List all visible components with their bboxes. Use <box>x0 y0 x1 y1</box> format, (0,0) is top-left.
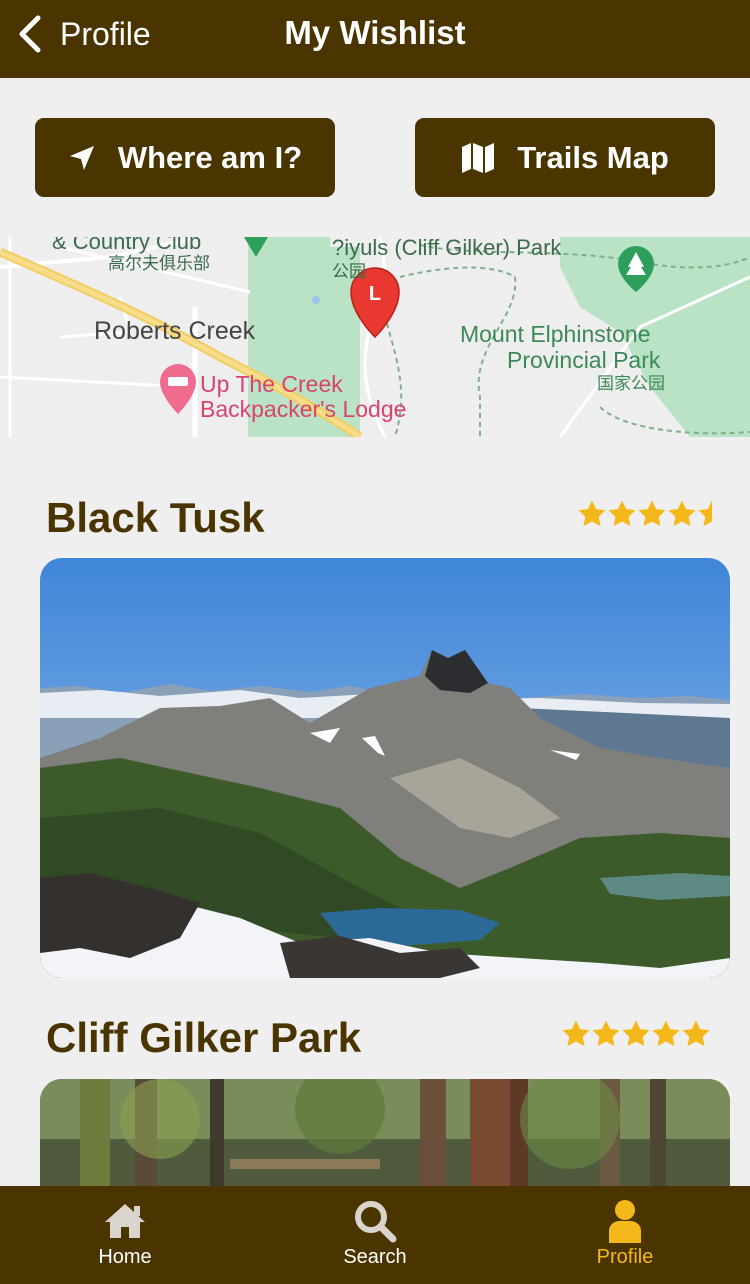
trail-photo-black-tusk[interactable] <box>40 558 730 978</box>
trail-title[interactable]: Black Tusk <box>46 494 265 542</box>
trail-title[interactable]: Cliff Gilker Park <box>46 1014 361 1062</box>
map-label-roberts-creek: Roberts Creek <box>94 317 256 345</box>
map-label-park: ?iyuls (Cliff Gilker) Park <box>332 237 562 260</box>
star-icon <box>652 1020 680 1046</box>
trails-map-label: Trails Map <box>517 139 669 175</box>
map-label-elphinstone-line1: Mount Elphinstone <box>460 321 651 347</box>
map-label-lodge-line1: Up The Creek <box>200 371 343 397</box>
tab-bar: Home Search Profile <box>0 1186 750 1284</box>
trails-map-button[interactable]: Trails Map <box>415 118 715 197</box>
page-title: My Wishlist <box>284 14 466 51</box>
where-am-i-label: Where am I? <box>117 139 303 175</box>
star-icon <box>578 500 606 526</box>
tab-home[interactable]: Home <box>0 1186 250 1284</box>
home-icon <box>105 1204 145 1238</box>
star-icon <box>622 1020 650 1046</box>
star-icon <box>562 1020 590 1046</box>
star-rating <box>577 499 727 529</box>
map-pin-letter: L <box>369 283 381 305</box>
map-label-elphinstone-line2: Provincial Park <box>507 347 661 373</box>
map-label-park-cn: 公园 <box>332 262 366 282</box>
star-icon <box>668 500 696 526</box>
tab-label: Home <box>98 1246 152 1268</box>
profile-icon <box>609 1200 641 1243</box>
where-am-i-button[interactable]: Where am I? <box>35 118 335 197</box>
map-icon <box>462 142 495 173</box>
tab-label: Search <box>343 1246 407 1268</box>
tab-label: Profile <box>596 1246 654 1268</box>
map-view[interactable]: L & Country Club 高尔夫俱乐部 ?iyuls (Cliff Gi… <box>0 237 750 437</box>
star-icon <box>638 500 666 526</box>
search-icon <box>355 1201 397 1243</box>
map-label-elphinstone-cn: 国家公园 <box>597 374 665 394</box>
map-label-country-club-cn: 高尔夫俱乐部 <box>108 254 210 274</box>
tab-search[interactable]: Search <box>250 1186 500 1284</box>
map-label-lodge-line2: Backpacker's Lodge <box>200 396 406 422</box>
star-icon <box>608 500 636 526</box>
location-arrow-icon <box>69 145 94 170</box>
map-label-country-club: & Country Club <box>52 237 201 254</box>
star-icon <box>682 1020 710 1046</box>
star-icon <box>592 1020 620 1046</box>
tab-profile[interactable]: Profile <box>500 1186 750 1284</box>
star-rating <box>561 1019 711 1049</box>
star-icon <box>698 500 712 526</box>
navigation-bar: Profile My Wishlist <box>0 0 750 78</box>
